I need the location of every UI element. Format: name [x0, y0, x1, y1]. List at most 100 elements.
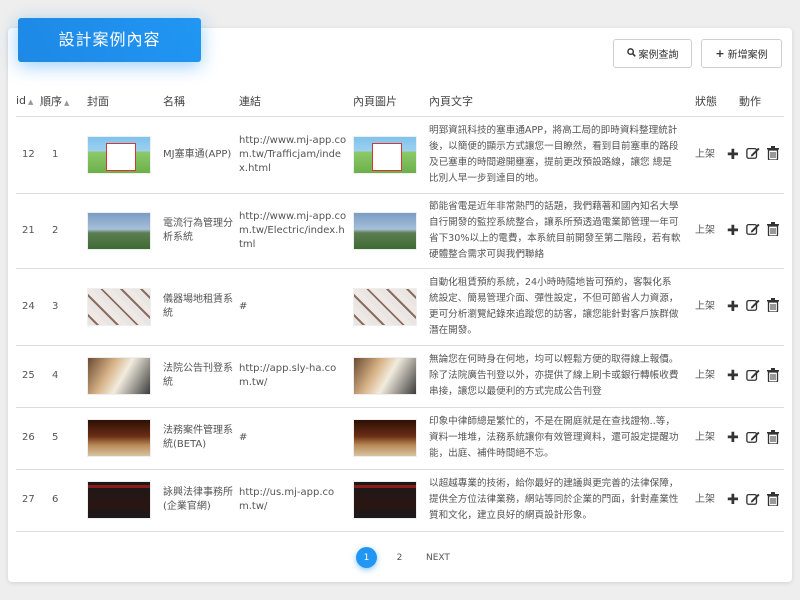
- row-inner-image: [347, 469, 423, 532]
- column-header-cover: 封面: [81, 86, 157, 117]
- row-actions: ✚: [721, 345, 784, 408]
- column-header-actions: 動作: [721, 86, 784, 117]
- inner-image[interactable]: [353, 135, 417, 174]
- row-actions: ✚: [721, 268, 784, 346]
- table-row: 25 4 法院公告刊登系統 http://app.sly-ha.com.tw/ …: [16, 345, 784, 408]
- pagination: 1 2 NEXT: [356, 547, 450, 568]
- row-inner-text: 無論您在何時身在何地，均可以輕鬆方便的取得線上報價。除了法院廣告刊登以外，亦提供…: [423, 345, 689, 408]
- add-icon[interactable]: ✚: [727, 431, 739, 445]
- row-actions: ✚: [721, 116, 784, 194]
- cover-image[interactable]: [87, 357, 151, 395]
- column-header-id[interactable]: id ▲: [16, 86, 38, 117]
- sort-icon: ▲: [64, 98, 70, 107]
- table-row: 26 5 法務案件管理系統(BETA) # 印象中律師總是繁忙的，不是在開庭就是…: [16, 407, 784, 470]
- cover-image[interactable]: [87, 287, 151, 326]
- row-actions: ✚: [721, 407, 784, 470]
- page-title: 設計案例內容: [18, 18, 201, 62]
- delete-icon[interactable]: [766, 367, 779, 385]
- delete-icon[interactable]: [766, 222, 779, 239]
- cover-image[interactable]: [87, 481, 151, 519]
- page-2-button[interactable]: 2: [389, 547, 410, 568]
- page-1-button[interactable]: 1: [356, 547, 377, 568]
- column-header-status: 狀態: [689, 86, 721, 117]
- row-inner-image: [347, 407, 423, 470]
- delete-icon[interactable]: [766, 146, 779, 163]
- delete-icon[interactable]: [766, 429, 779, 447]
- column-header-link: 連結: [233, 86, 347, 117]
- row-order: 3: [38, 268, 81, 346]
- search-case-label: 案例查詢: [638, 50, 679, 61]
- add-icon[interactable]: ✚: [727, 148, 739, 162]
- add-icon[interactable]: ✚: [727, 493, 739, 507]
- inner-image[interactable]: [353, 419, 417, 457]
- row-link[interactable]: http://www.mj-app.com.tw/Trafficjam/inde…: [233, 116, 347, 194]
- column-header-order[interactable]: 順序 ▲: [38, 86, 81, 117]
- status-badge: 上架: [689, 193, 721, 269]
- next-page-button[interactable]: NEXT: [426, 553, 450, 563]
- edit-icon[interactable]: [745, 368, 760, 385]
- column-header-name: 名稱: [157, 86, 233, 117]
- row-name: MJ塞車通(APP): [157, 116, 233, 194]
- row-link[interactable]: http://www.mj-app.com.tw/Electric/index.…: [233, 193, 347, 269]
- status-badge: 上架: [689, 345, 721, 408]
- row-inner-text: 明郅資訊科技的塞車通APP，將高工局的即時資料整理統計後，以簡便的顯示方式讓您一…: [423, 116, 689, 194]
- column-header-inner-text: 內頁文字: [423, 86, 689, 117]
- row-cover: [81, 469, 157, 532]
- plus-icon: +: [715, 47, 725, 60]
- delete-icon[interactable]: [766, 298, 779, 315]
- add-case-button[interactable]: + 新增案例: [701, 39, 782, 68]
- edit-icon[interactable]: [745, 146, 760, 163]
- row-cover: [81, 268, 157, 346]
- row-order: 4: [38, 345, 81, 408]
- table-row: 12 1 MJ塞車通(APP) http://www.mj-app.com.tw…: [16, 116, 784, 194]
- edit-icon[interactable]: [745, 222, 760, 239]
- row-name: 法院公告刊登系統: [157, 345, 233, 408]
- row-name: 電流行為管理分析系統: [157, 193, 233, 269]
- row-inner-text: 自動化租賃預約系統，24小時時隨地皆可預約，客製化系統設定、簡易管理介面、彈性設…: [423, 268, 689, 346]
- row-cover: [81, 345, 157, 408]
- add-icon[interactable]: ✚: [727, 300, 739, 314]
- cover-image[interactable]: [87, 211, 151, 250]
- row-inner-text: 節能省電是近年非常熱門的話題，我們藉著和國內知名大學自行開發的監控系統整合，讓系…: [423, 193, 689, 269]
- row-inner-text: 以超越專業的技術，給你最好的建議與更完善的法律保障，提供全方位法律業務，網站等同…: [423, 469, 689, 532]
- inner-image[interactable]: [353, 211, 417, 250]
- row-order: 5: [38, 407, 81, 470]
- row-order: 2: [38, 193, 81, 269]
- edit-icon[interactable]: [745, 298, 760, 315]
- row-name: 法務案件管理系統(BETA): [157, 407, 233, 470]
- status-badge: 上架: [689, 469, 721, 532]
- row-actions: ✚: [721, 193, 784, 269]
- inner-image[interactable]: [353, 481, 417, 519]
- edit-icon[interactable]: [745, 430, 760, 447]
- row-order: 1: [38, 116, 81, 194]
- row-inner-image: [347, 268, 423, 346]
- row-cover: [81, 407, 157, 470]
- row-link[interactable]: http://us.mj-app.com.tw/: [233, 469, 347, 532]
- add-icon[interactable]: ✚: [727, 224, 739, 238]
- status-badge: 上架: [689, 116, 721, 194]
- cover-image[interactable]: [87, 419, 151, 457]
- row-id: 12: [16, 116, 38, 194]
- row-link[interactable]: #: [233, 268, 347, 346]
- edit-icon[interactable]: [745, 492, 760, 509]
- delete-icon[interactable]: [766, 491, 779, 509]
- row-link[interactable]: http://app.sly-ha.com.tw/: [233, 345, 347, 408]
- table-header-row: id ▲ 順序 ▲ 封面 名稱 連結 內頁圖片 內頁文字 狀態 動作: [16, 86, 784, 117]
- inner-image[interactable]: [353, 357, 417, 395]
- table-row: 21 2 電流行為管理分析系統 http://www.mj-app.com.tw…: [16, 193, 784, 269]
- row-link[interactable]: #: [233, 407, 347, 470]
- row-id: 21: [16, 193, 38, 269]
- table-row: 24 3 儀器場地租賃系統 # 自動化租賃預約系統，24小時時隨地皆可預約，客製…: [16, 268, 784, 346]
- status-badge: 上架: [689, 268, 721, 346]
- row-inner-image: [347, 345, 423, 408]
- search-case-button[interactable]: 案例查詢: [613, 39, 692, 68]
- inner-image[interactable]: [353, 287, 417, 326]
- sort-icon: ▲: [28, 98, 34, 107]
- row-cover: [81, 116, 157, 194]
- add-icon[interactable]: ✚: [727, 369, 739, 383]
- row-inner-image: [347, 116, 423, 194]
- row-name: 詠興法律事務所(企業官網): [157, 469, 233, 532]
- column-header-inner-image: 內頁圖片: [347, 86, 423, 117]
- cover-image[interactable]: [87, 135, 151, 174]
- search-icon: [626, 47, 636, 60]
